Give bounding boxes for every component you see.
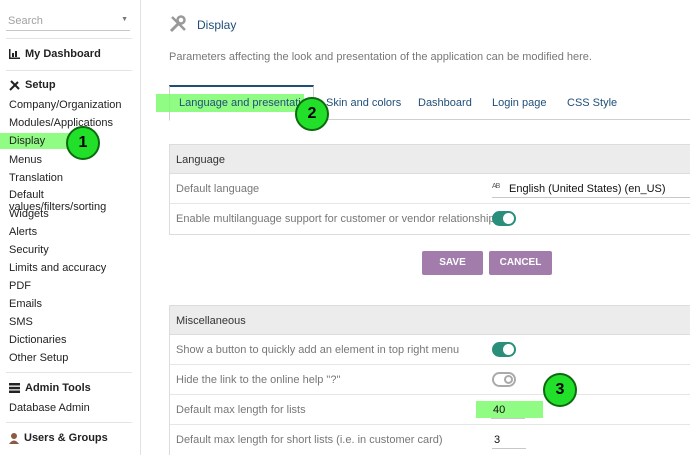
- page-description: Parameters affecting the look and presen…: [169, 51, 592, 63]
- sidebar-item-dictionaries[interactable]: Dictionaries: [9, 334, 66, 346]
- setting-label: Default max length for short lists (i.e.…: [176, 434, 443, 446]
- sidebar-item-company[interactable]: Company/Organization: [9, 99, 122, 111]
- setting-row: Default max length for short lists (i.e.…: [170, 425, 690, 455]
- sidebar-setup[interactable]: Setup: [9, 79, 56, 91]
- miscellaneous-section: Miscellaneous Show a button to quickly a…: [169, 305, 690, 455]
- setting-label: Default language: [176, 183, 260, 195]
- sidebar-users-groups[interactable]: Users & Groups: [9, 432, 108, 444]
- language-section: Language Default language AB English (Un…: [169, 144, 690, 235]
- server-icon: [9, 383, 20, 393]
- setting-row: Show a button to quickly add an element …: [170, 335, 690, 365]
- setting-row: Hide the link to the online help "?": [170, 365, 690, 395]
- default-language-value: English (United States) (en_US): [509, 183, 666, 195]
- language-icon: AB: [492, 183, 500, 190]
- section-title: Language: [170, 145, 690, 174]
- tab-skin-colors[interactable]: Skin and colors: [326, 97, 401, 109]
- sidebar-admin-tools-label: Admin Tools: [25, 382, 91, 394]
- sidebar-item-menus[interactable]: Menus: [9, 154, 42, 166]
- sidebar-item-other-setup[interactable]: Other Setup: [9, 352, 68, 364]
- quick-add-toggle[interactable]: [492, 342, 516, 357]
- setting-label: Hide the link to the online help "?": [176, 374, 341, 386]
- section-title: Miscellaneous: [170, 306, 690, 335]
- sidebar-item-modules[interactable]: Modules/Applications: [9, 117, 113, 129]
- sidebar-item-display[interactable]: Display: [9, 135, 45, 147]
- page-title: Display: [197, 18, 237, 32]
- cancel-button[interactable]: CANCEL: [489, 251, 552, 275]
- callout-badge-1: 1: [66, 126, 100, 160]
- divider: [6, 38, 132, 39]
- multilanguage-toggle[interactable]: [492, 211, 516, 226]
- sidebar-item-widgets[interactable]: Widgets: [9, 208, 49, 220]
- sidebar-item-emails[interactable]: Emails: [9, 298, 42, 310]
- search-placeholder: Search: [8, 15, 43, 27]
- sidebar-admin-tools[interactable]: Admin Tools: [9, 382, 91, 394]
- sidebar-item-database-admin[interactable]: Database Admin: [9, 402, 90, 414]
- sidebar-item-security[interactable]: Security: [9, 244, 49, 256]
- sidebar: Search ▼ My Dashboard Setup Company/Orga…: [0, 0, 141, 455]
- tab-login-page[interactable]: Login page: [492, 97, 546, 109]
- hide-help-toggle[interactable]: [492, 372, 516, 387]
- sidebar-item-alerts[interactable]: Alerts: [9, 226, 37, 238]
- sidebar-users-groups-label: Users & Groups: [24, 432, 108, 444]
- caret-down-icon[interactable]: ▼: [121, 16, 128, 23]
- tab-language-presentation[interactable]: Language and presentation: [179, 97, 313, 109]
- sidebar-item-pdf[interactable]: PDF: [9, 280, 31, 292]
- chart-icon: [9, 49, 20, 59]
- user-icon: [9, 432, 19, 444]
- sidebar-my-dashboard[interactable]: My Dashboard: [9, 48, 101, 60]
- sidebar-item-translation[interactable]: Translation: [9, 172, 63, 184]
- setting-label: Default max length for lists: [176, 404, 306, 416]
- setting-row: Default max length for lists: [170, 395, 690, 425]
- tools-icon: [169, 15, 186, 33]
- sidebar-my-dashboard-label: My Dashboard: [25, 48, 101, 60]
- callout-badge-2: 2: [295, 97, 329, 131]
- sidebar-item-sms[interactable]: SMS: [9, 316, 33, 328]
- setting-row: Enable multilanguage support for custome…: [170, 204, 690, 234]
- save-button[interactable]: SAVE: [422, 251, 483, 275]
- tab-dashboard[interactable]: Dashboard: [418, 97, 472, 109]
- divider: [6, 422, 132, 423]
- short-list-length-input[interactable]: 3: [492, 431, 526, 449]
- callout-badge-3: 3: [543, 373, 577, 407]
- tab-css-style[interactable]: CSS Style: [567, 97, 617, 109]
- search-select[interactable]: Search ▼: [6, 11, 130, 31]
- default-language-select[interactable]: AB English (United States) (en_US): [492, 180, 690, 198]
- max-list-length-input[interactable]: 40: [491, 401, 525, 419]
- setting-row: Default language AB English (United Stat…: [170, 174, 690, 204]
- sidebar-setup-label: Setup: [25, 79, 56, 91]
- divider: [6, 372, 132, 373]
- sidebar-item-limits[interactable]: Limits and accuracy: [9, 262, 106, 274]
- setting-label: Enable multilanguage support for custome…: [176, 213, 501, 225]
- divider: [6, 70, 132, 71]
- tools-icon: [9, 79, 20, 91]
- setting-label: Show a button to quickly add an element …: [176, 344, 460, 356]
